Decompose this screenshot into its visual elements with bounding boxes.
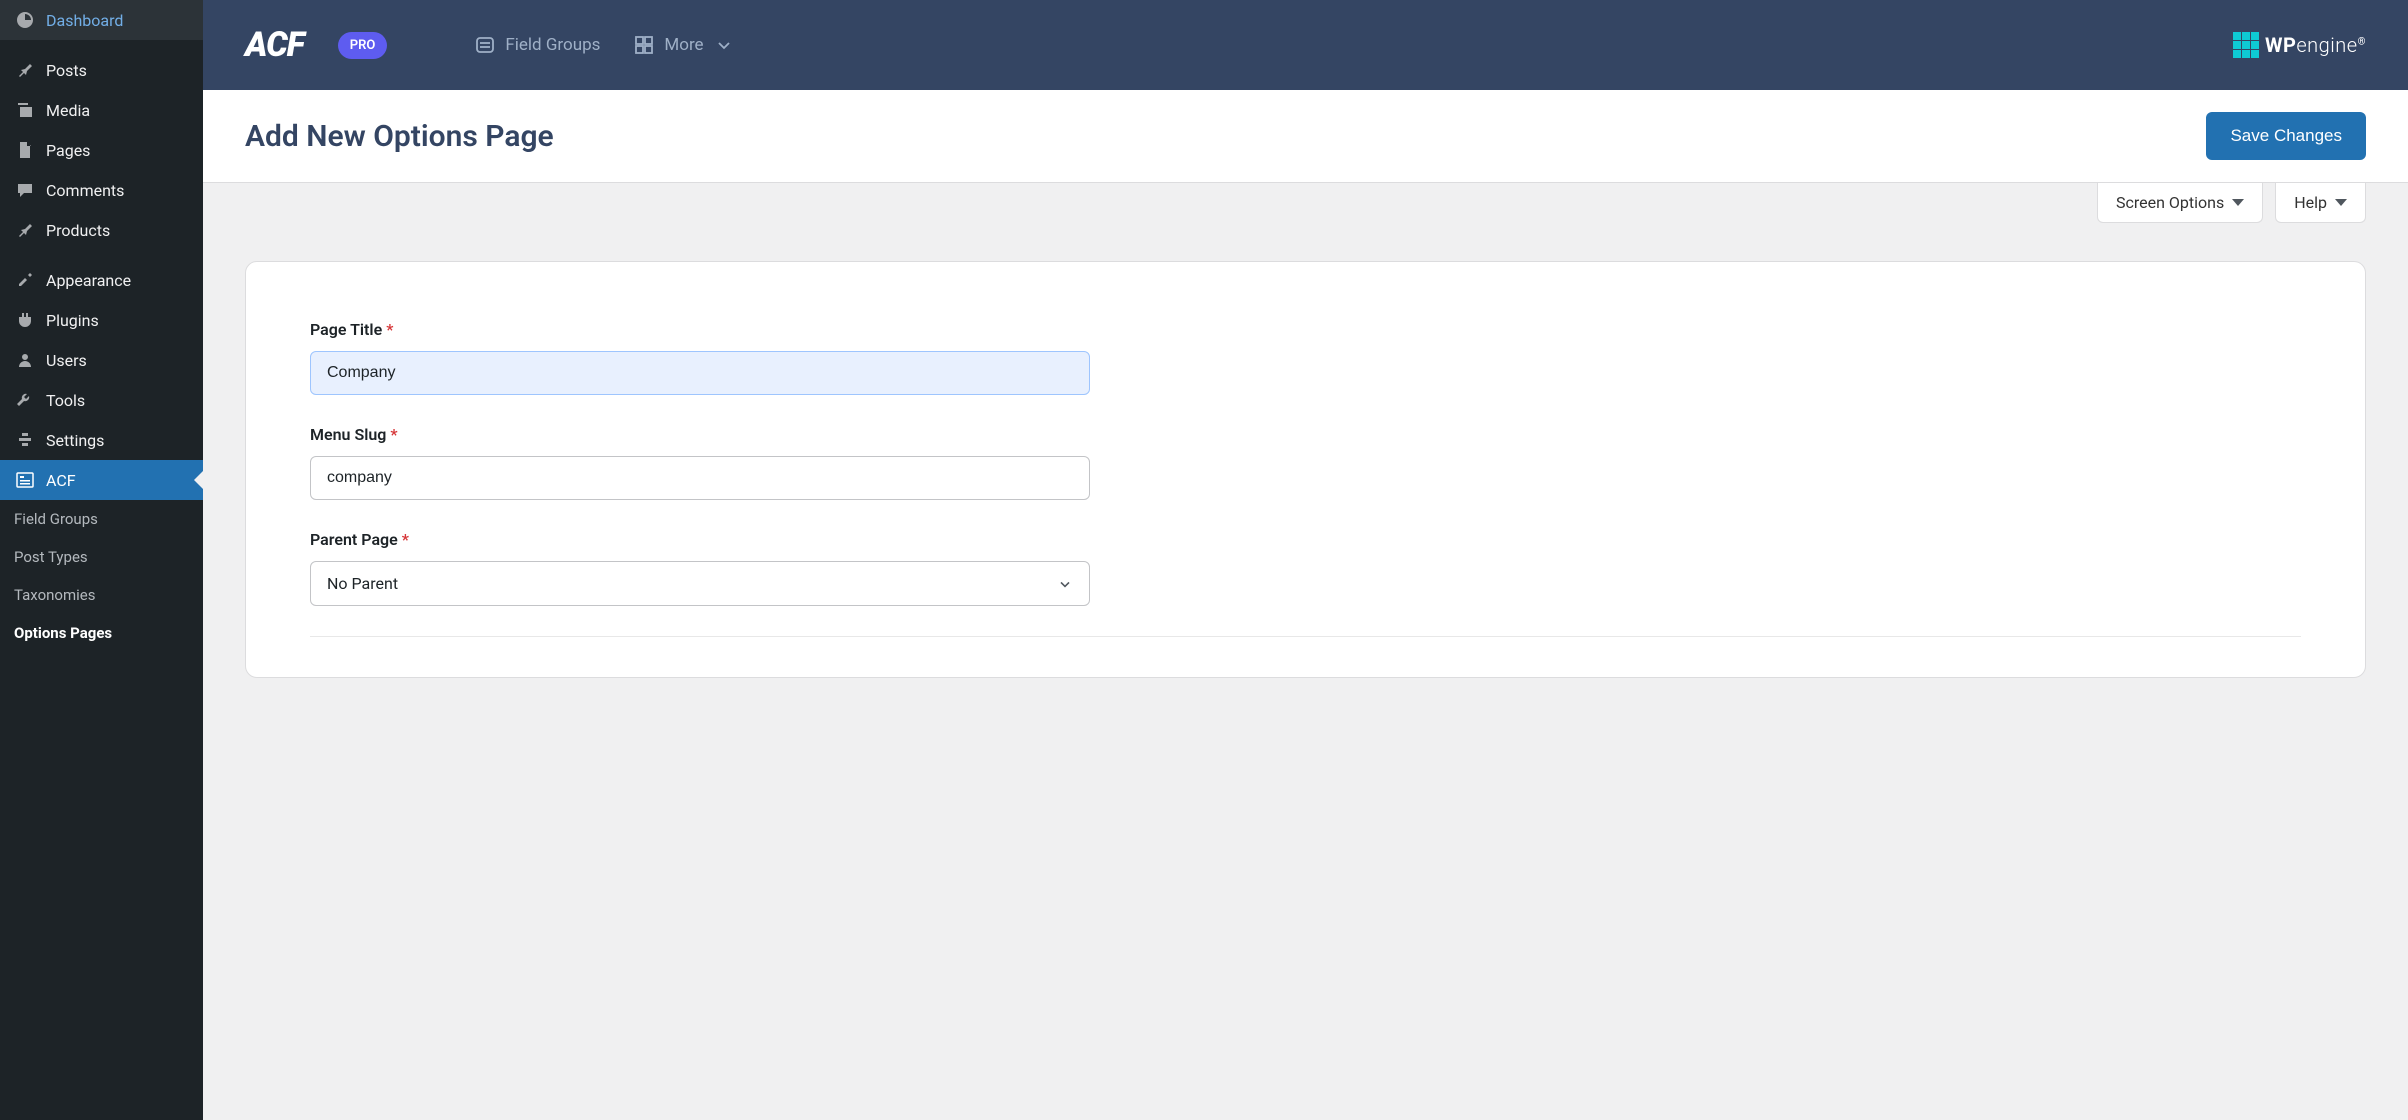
form-card: Page Title * Menu Slug * Parent Page * N…: [245, 261, 2366, 678]
sidebar-item-users[interactable]: Users: [0, 340, 203, 380]
sidebar-item-posts[interactable]: Posts: [0, 50, 203, 90]
pin-icon: [14, 59, 36, 81]
plugins-icon: [14, 309, 36, 331]
sidebar-item-comments[interactable]: Comments: [0, 170, 203, 210]
parent-page-select[interactable]: No Parent: [310, 561, 1090, 606]
sidebar-item-label: Dashboard: [46, 11, 123, 30]
sidebar-item-label: Users: [46, 351, 87, 370]
topbar-link-field-groups[interactable]: Field Groups: [475, 35, 600, 55]
page-title: Add New Options Page: [245, 119, 554, 154]
sidebar-item-media[interactable]: Media: [0, 90, 203, 130]
list-icon: [475, 35, 495, 55]
field-label-menu-slug: Menu Slug *: [310, 425, 2301, 444]
sidebar-item-label: Comments: [46, 181, 124, 200]
sidebar-item-label: Settings: [46, 431, 104, 450]
sidebar-item-label: Media: [46, 101, 90, 120]
pages-icon: [14, 139, 36, 161]
admin-sidebar: Dashboard Posts Media Pages Comments Pro…: [0, 0, 203, 1120]
sidebar-item-acf[interactable]: ACF: [0, 460, 203, 500]
topbar-link-label: Field Groups: [505, 35, 600, 55]
field-label-parent-page: Parent Page *: [310, 530, 2301, 549]
chevron-down-icon: [1057, 576, 1073, 592]
chevron-down-icon: [714, 35, 734, 55]
tools-icon: [14, 389, 36, 411]
screen-options-tab[interactable]: Screen Options: [2097, 183, 2263, 223]
sidebar-sub-taxonomies[interactable]: Taxonomies: [0, 576, 203, 614]
wpengine-logo: WPengine®: [2233, 32, 2366, 58]
sidebar-item-tools[interactable]: Tools: [0, 380, 203, 420]
pro-badge: PRO: [338, 32, 388, 59]
sidebar-item-label: ACF: [46, 471, 76, 490]
sidebar-item-products[interactable]: Products: [0, 210, 203, 250]
help-tab[interactable]: Help: [2275, 183, 2366, 223]
screen-options-label: Screen Options: [2116, 193, 2224, 212]
sidebar-item-appearance[interactable]: Appearance: [0, 260, 203, 300]
grid-icon: [634, 35, 654, 55]
page-title-input[interactable]: [310, 351, 1090, 395]
chevron-down-icon: [2335, 199, 2347, 206]
divider: [310, 636, 2301, 637]
sidebar-sub-post-types[interactable]: Post Types: [0, 538, 203, 576]
sidebar-item-label: Pages: [46, 141, 90, 160]
sidebar-item-label: Posts: [46, 61, 87, 80]
acf-icon: [14, 469, 36, 491]
page-header: Add New Options Page Save Changes: [203, 90, 2408, 183]
field-label-page-title: Page Title *: [310, 320, 2301, 339]
sidebar-item-dashboard[interactable]: Dashboard: [0, 0, 203, 40]
help-label: Help: [2294, 193, 2327, 212]
acf-logo: ACF: [245, 25, 304, 65]
acf-topbar: ACF PRO Field Groups More WPengine®: [203, 0, 2408, 90]
sidebar-item-plugins[interactable]: Plugins: [0, 300, 203, 340]
topbar-link-more[interactable]: More: [634, 35, 733, 55]
parent-page-value: No Parent: [327, 574, 398, 593]
appearance-icon: [14, 269, 36, 291]
comment-icon: [14, 179, 36, 201]
sidebar-item-pages[interactable]: Pages: [0, 130, 203, 170]
chevron-down-icon: [2232, 199, 2244, 206]
save-button[interactable]: Save Changes: [2206, 112, 2366, 160]
sidebar-sub-field-groups[interactable]: Field Groups: [0, 500, 203, 538]
sidebar-sub-options-pages[interactable]: Options Pages: [0, 614, 203, 652]
sidebar-item-label: Products: [46, 221, 110, 240]
sidebar-item-label: Tools: [46, 391, 85, 410]
dashboard-icon: [14, 9, 36, 31]
settings-icon: [14, 429, 36, 451]
sidebar-item-label: Appearance: [46, 271, 131, 290]
users-icon: [14, 349, 36, 371]
menu-slug-input[interactable]: [310, 456, 1090, 500]
topbar-link-label: More: [664, 35, 703, 55]
pin-icon: [14, 219, 36, 241]
sidebar-item-settings[interactable]: Settings: [0, 420, 203, 460]
wpengine-logo-icon: [2233, 32, 2259, 58]
media-icon: [14, 99, 36, 121]
sidebar-item-label: Plugins: [46, 311, 99, 330]
